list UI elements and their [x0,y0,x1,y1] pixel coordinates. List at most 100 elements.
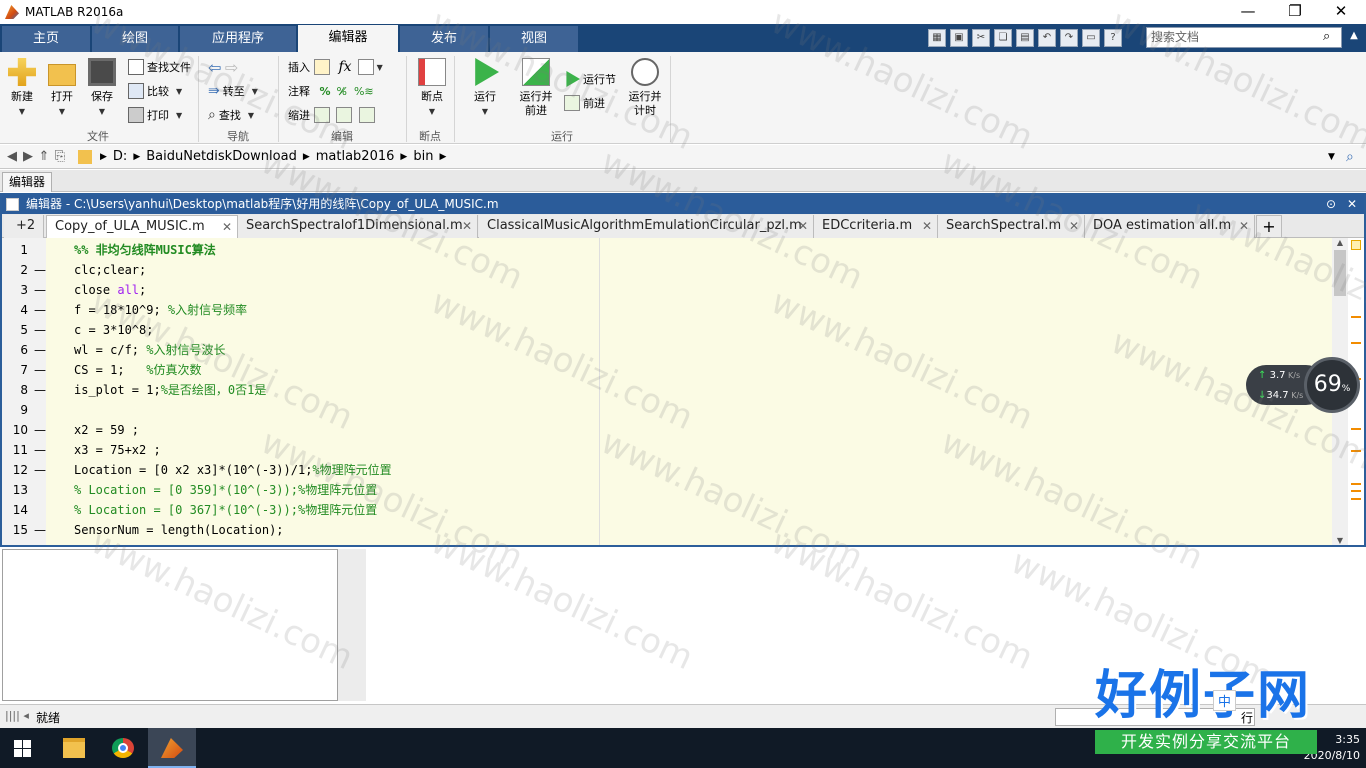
tab-close-icon[interactable]: ✕ [922,215,932,237]
breakpoint-marker[interactable]: — [34,440,46,460]
print-button[interactable]: 打印 ▼ [128,104,182,126]
increase-indent-icon[interactable] [336,107,352,123]
warning-marker[interactable] [1351,483,1361,485]
function-icon[interactable] [357,59,374,75]
indent-button[interactable]: 缩进 [288,104,378,126]
code-line[interactable]: clc;clear; [74,260,146,280]
redo-icon[interactable]: ↷ [1060,29,1078,47]
close-button[interactable]: ✕ [1318,0,1364,24]
tab-home[interactable]: 主页 [2,26,90,52]
windows-start-icon[interactable] [14,740,31,757]
network-speed-widget[interactable]: ↑ 3.7 K/s ↓34.7 K/s 69% [1246,357,1366,413]
file-tab[interactable]: SearchSpectralof1Dimensional.m ✕ [238,215,478,238]
goto-button[interactable]: ⇛ 转至 ▼ [208,80,258,102]
breakpoint-marker[interactable]: — [34,460,46,480]
forward-arrow-icon[interactable]: ⇨ [225,58,238,77]
code-text-area[interactable]: %% 非均匀线阵MUSIC算法 clc;clear; close all; f = 1… [46,238,1332,545]
paste-icon[interactable]: ▤ [1016,29,1034,47]
advance-button[interactable]: 前进 [564,92,605,114]
code-area[interactable]: 1 2—3—4—5—6—7—8—9 10—11—12—13 14 15— %% 非均匀线… [2,238,1364,545]
warning-indicator-icon[interactable] [1351,240,1361,250]
breakpoint-marker[interactable]: — [34,380,46,400]
run-and-time-button[interactable]: 运行并 计时 [622,56,668,118]
minimize-button[interactable]: — [1225,0,1271,24]
breakpoint-marker[interactable]: — [34,520,46,540]
restore-button[interactable]: ❐ [1272,0,1318,24]
breakpoint-marker[interactable]: — [34,360,46,380]
fx-icon[interactable]: fx [339,59,352,75]
file-tab[interactable]: EDCcriteria.m ✕ [814,215,938,238]
code-line[interactable]: SensorNum = length(Location); [74,520,284,540]
workspace-pane[interactable] [2,549,338,701]
breakpoint-marker[interactable]: — [34,280,46,300]
tab-view[interactable]: 视图 [490,26,578,52]
scrollbar-thumb[interactable] [1334,250,1346,296]
path-segment[interactable]: matlab2016 [316,149,395,164]
back-arrow-icon[interactable]: ⇦ [208,58,221,77]
code-line[interactable]: f = 18*10^9; %入射信号频率 [74,300,247,320]
cut-icon[interactable]: ✂ [972,29,990,47]
code-line[interactable]: x2 = 59 ; [74,420,139,440]
chrome-taskbar-button[interactable] [99,728,147,768]
tab-apps[interactable]: 应用程序 [180,26,296,52]
search-docs-input[interactable]: 搜索文档 [1146,27,1342,48]
tab-editor[interactable]: 编辑器 [298,25,398,53]
uncomment-icon[interactable]: %̸ [337,85,347,98]
scroll-up-icon[interactable]: ▲ [1332,238,1348,247]
decrease-indent-icon[interactable] [358,107,375,123]
undo-icon[interactable]: ↶ [1038,29,1056,47]
tab-close-icon[interactable]: ✕ [798,215,808,237]
code-line[interactable]: Location = [0 x2 x3]*(10^(-3))/1;%物理阵元位置 [74,460,392,480]
warning-marker[interactable] [1351,316,1361,318]
code-line[interactable]: %% 非均匀线阵MUSIC算法 [74,240,216,260]
forward-icon[interactable]: ▶ [20,149,36,164]
run-button[interactable]: 运行 ▼ [463,56,507,117]
run-and-advance-button[interactable]: 运行并 前进 [513,56,559,118]
breakpoints-button[interactable]: 断点 ▼ [410,56,454,117]
compare-button[interactable]: 比较 ▼ [128,80,182,102]
path-segment[interactable]: bin [413,149,433,164]
tab-overflow-button[interactable]: +2 [4,215,44,238]
tab-close-icon[interactable]: ✕ [1069,215,1079,237]
open-button[interactable]: 打开 ▼ [40,56,84,117]
file-tab[interactable]: Copy_of_ULA_MUSIC.m ✕ [46,215,238,238]
code-line[interactable]: % Location = [0 367]*(10^(-3));%物理阵元位置 [74,500,377,520]
warning-marker[interactable] [1351,450,1361,452]
tab-close-icon[interactable]: ✕ [462,215,472,237]
tab-plots[interactable]: 绘图 [92,26,178,52]
warning-marker[interactable] [1351,498,1361,500]
breakpoint-marker[interactable]: — [34,420,46,440]
code-line[interactable]: wl = c/f; %入射信号波长 [74,340,225,360]
switch-windows-icon[interactable]: ▭ [1082,29,1100,47]
comment-button[interactable]: 注释 % %̸ %≋ [288,80,374,102]
ime-indicator[interactable]: 中 [1213,690,1237,711]
warning-marker[interactable] [1351,490,1361,492]
code-line[interactable]: c = 3*10^8; [74,320,153,340]
new-button[interactable]: 新建 ▼ [0,56,44,117]
back-forward-buttons[interactable]: ⇦ ⇨ [208,56,238,78]
file-tab[interactable]: SearchSpectral.m ✕ [938,215,1085,238]
save-icon[interactable]: ▣ [950,29,968,47]
file-explorer-taskbar-button[interactable] [50,728,98,768]
editor-panel-tab[interactable]: 编辑器 [2,172,53,192]
help-icon[interactable]: ? [1104,29,1122,47]
code-line[interactable]: close all; [74,280,146,300]
path-dropdown-icon[interactable]: ▼ [1328,152,1335,162]
path-segment[interactable]: D: [113,149,127,164]
percent-icon[interactable]: % [320,85,331,98]
smart-indent-icon[interactable] [313,107,330,123]
back-icon[interactable]: ◀ [4,149,20,164]
copy-icon[interactable]: ❏ [994,29,1012,47]
tab-close-icon[interactable]: ✕ [1239,215,1249,237]
ribbon-collapse-icon[interactable]: ▲ [1346,30,1362,46]
save-button[interactable]: 保存 ▼ [80,56,124,117]
breakpoint-marker[interactable]: — [34,320,46,340]
find-files-button[interactable]: 查找文件 [128,56,191,78]
breakpoint-marker[interactable]: — [34,300,46,320]
code-line[interactable]: CS = 1; %仿真次数 [74,360,201,380]
warning-marker[interactable] [1351,342,1361,344]
path-segment[interactable]: BaiduNetdiskDownload [146,149,297,164]
matlab-taskbar-button[interactable] [148,728,196,768]
browse-folder-icon[interactable]: ⎘ [52,149,68,164]
run-section-button[interactable]: 运行节 [564,68,616,90]
